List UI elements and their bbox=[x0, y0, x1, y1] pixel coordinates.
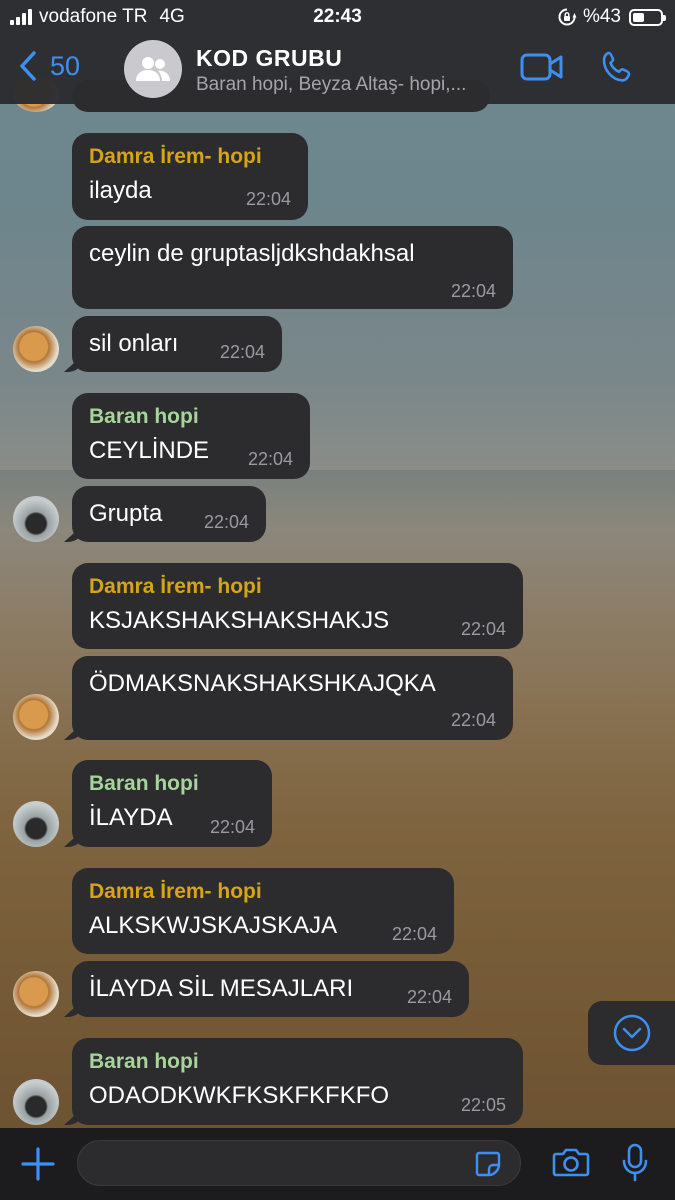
battery-percent: %43 bbox=[582, 6, 621, 27]
message-bubble[interactable]: İLAYDA SİL MESAJLARI 22:04 bbox=[72, 961, 469, 1017]
message-time: 22:04 bbox=[219, 342, 265, 362]
unread-count: 50 bbox=[50, 50, 81, 81]
scroll-to-bottom-button[interactable] bbox=[588, 1001, 675, 1065]
voice-call-button[interactable] bbox=[601, 50, 635, 89]
message-text: İLAYDA bbox=[89, 804, 173, 831]
message-text: ODAODKWKFKSKFKFKFO bbox=[89, 1082, 390, 1109]
message-bubble[interactable]: Damra İrem- hopi KSJAKSHAKSHAKSHAKJS 22:… bbox=[72, 563, 523, 649]
message-time: 22:04 bbox=[247, 449, 293, 469]
group-avatar-icon bbox=[136, 57, 170, 81]
message-bubble[interactable]: sil onları 22:04 bbox=[72, 316, 282, 372]
message-text: KSJAKSHAKSHAKSHAKJS bbox=[89, 607, 390, 634]
message-text: sil onları bbox=[89, 330, 179, 357]
sender-avatar[interactable] bbox=[13, 496, 59, 542]
message-sender: Baran hopi bbox=[89, 772, 199, 795]
message-bubble[interactable]: Damra İrem- hopi ALKSKWJSKAJSKAJA 22:04 bbox=[72, 868, 454, 954]
video-call-button[interactable] bbox=[520, 52, 564, 87]
message-bubble[interactable]: Baran hopi İLAYDA 22:04 bbox=[72, 760, 272, 847]
back-chevron-icon bbox=[20, 51, 36, 81]
camera-button[interactable] bbox=[552, 1146, 590, 1183]
message-input-bar bbox=[0, 1128, 675, 1200]
message-time: 22:04 bbox=[245, 189, 291, 209]
message-sender: Damra İrem- hopi bbox=[89, 880, 262, 903]
message-text: ceylin de gruptasljdkshdakhsal bbox=[89, 240, 415, 267]
sticker-icon bbox=[475, 1151, 501, 1177]
message-text: İLAYDA SİL MESAJLARI bbox=[89, 975, 354, 1002]
message-sender: Baran hopi bbox=[89, 1050, 199, 1073]
chat-header: 50 KOD GRUBU Baran hopi, Beyza Altaş- ho… bbox=[0, 36, 675, 104]
message-time: 22:04 bbox=[450, 710, 496, 730]
message-bubble[interactable]: Baran hopi CEYLİNDE 22:04 bbox=[72, 393, 310, 479]
battery-icon bbox=[629, 8, 666, 26]
attach-button[interactable] bbox=[20, 1146, 56, 1187]
message-text: ilayda bbox=[89, 177, 152, 204]
sender-avatar[interactable] bbox=[13, 801, 59, 847]
message-time: 22:04 bbox=[203, 512, 249, 532]
message-text: ÖDMAKSNAKSHAKSHKAJQKA bbox=[89, 670, 436, 697]
group-avatar[interactable] bbox=[124, 40, 182, 98]
message-time: 22:04 bbox=[460, 619, 506, 639]
scroll-down-icon bbox=[613, 1014, 650, 1052]
chat-members[interactable]: Baran hopi, Beyza Altaş- hopi,... bbox=[196, 74, 496, 96]
message-text: Grupta bbox=[89, 500, 163, 527]
message-input[interactable] bbox=[77, 1140, 521, 1186]
message-bubble[interactable]: ÖDMAKSNAKSHAKSHKAJQKA 22:04 bbox=[72, 656, 513, 740]
message-time: 22:04 bbox=[391, 924, 437, 944]
message-bubble[interactable]: Baran hopi ODAODKWKFKSKFKFKFO 22:05 bbox=[72, 1038, 523, 1125]
sender-avatar[interactable] bbox=[13, 1079, 59, 1125]
voice-message-button[interactable] bbox=[621, 1143, 649, 1188]
message-time: 22:04 bbox=[450, 281, 496, 301]
sender-avatar[interactable] bbox=[13, 971, 59, 1017]
microphone-icon bbox=[622, 1143, 648, 1182]
status-bar: vodafone TR 4G 22:43 %43 bbox=[0, 0, 675, 36]
orientation-lock-icon bbox=[558, 8, 577, 26]
message-time: 22:04 bbox=[406, 987, 452, 1007]
message-sender: Damra İrem- hopi bbox=[89, 575, 262, 598]
sender-avatar[interactable] bbox=[13, 326, 59, 372]
video-call-icon bbox=[520, 53, 563, 81]
message-sender: Damra İrem- hopi bbox=[89, 145, 262, 168]
sticker-button[interactable] bbox=[474, 1150, 502, 1183]
message-time: 22:05 bbox=[460, 1095, 506, 1115]
back-button[interactable]: 50 bbox=[18, 50, 80, 82]
phone-icon bbox=[602, 51, 631, 82]
message-text: ALKSKWJSKAJSKAJA bbox=[89, 912, 338, 939]
message-text: CEYLİNDE bbox=[89, 437, 210, 464]
message-bubble[interactable]: Grupta 22:04 bbox=[72, 486, 266, 542]
camera-icon bbox=[552, 1148, 590, 1177]
message-sender: Baran hopi bbox=[89, 405, 199, 428]
plus-icon bbox=[21, 1147, 55, 1181]
message-time: 22:04 bbox=[209, 817, 255, 837]
message-bubble[interactable]: ceylin de gruptasljdkshdakhsal 22:04 bbox=[72, 226, 513, 309]
message-bubble[interactable]: Damra İrem- hopi ilayda 22:04 bbox=[72, 133, 308, 220]
chat-title[interactable]: KOD GRUBU bbox=[196, 45, 342, 72]
sender-avatar[interactable] bbox=[13, 694, 59, 740]
